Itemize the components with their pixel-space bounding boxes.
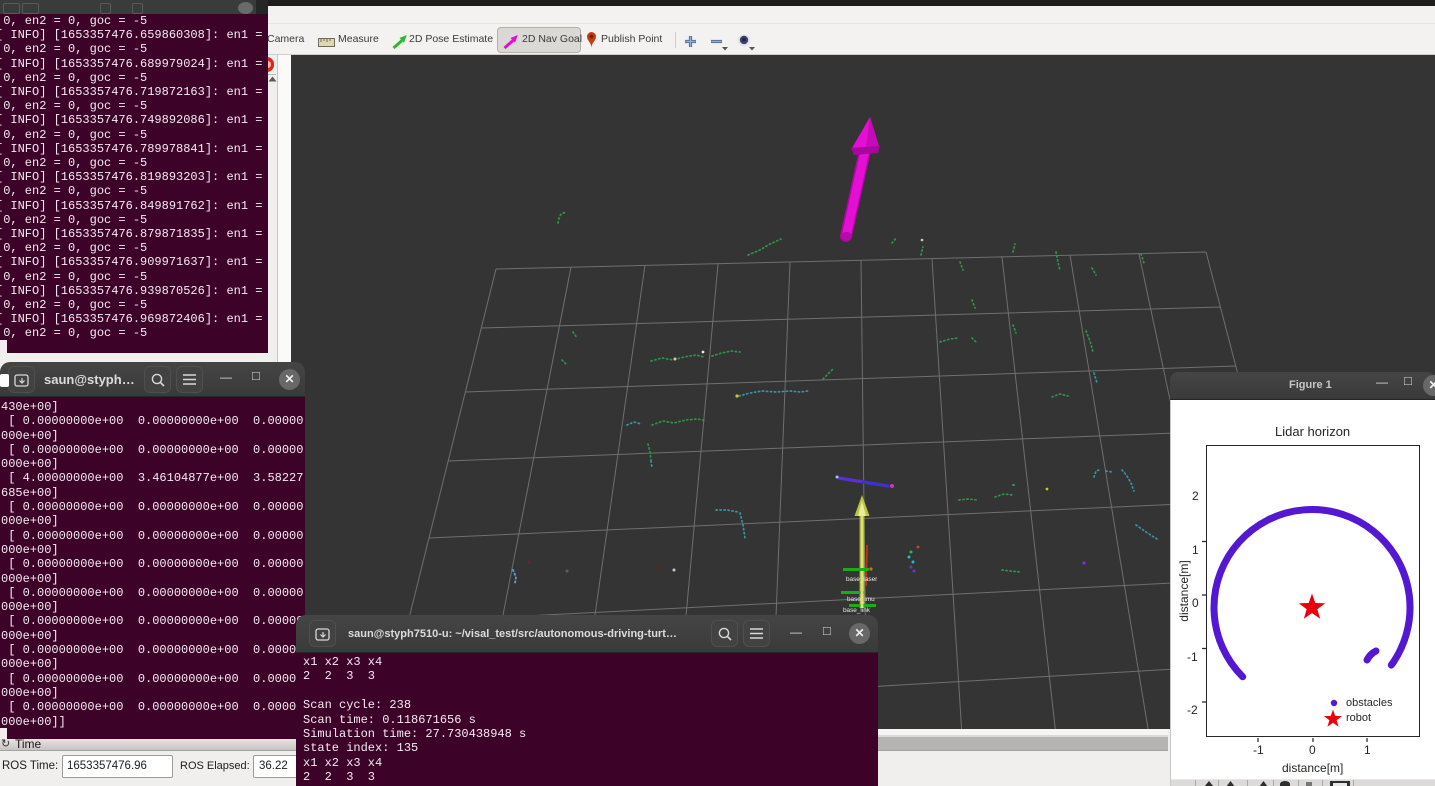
svg-text:base_laser: base_laser [846, 576, 878, 583]
svg-text:base_imu: base_imu [847, 596, 875, 603]
svg-text:base_link: base_link [843, 607, 871, 614]
